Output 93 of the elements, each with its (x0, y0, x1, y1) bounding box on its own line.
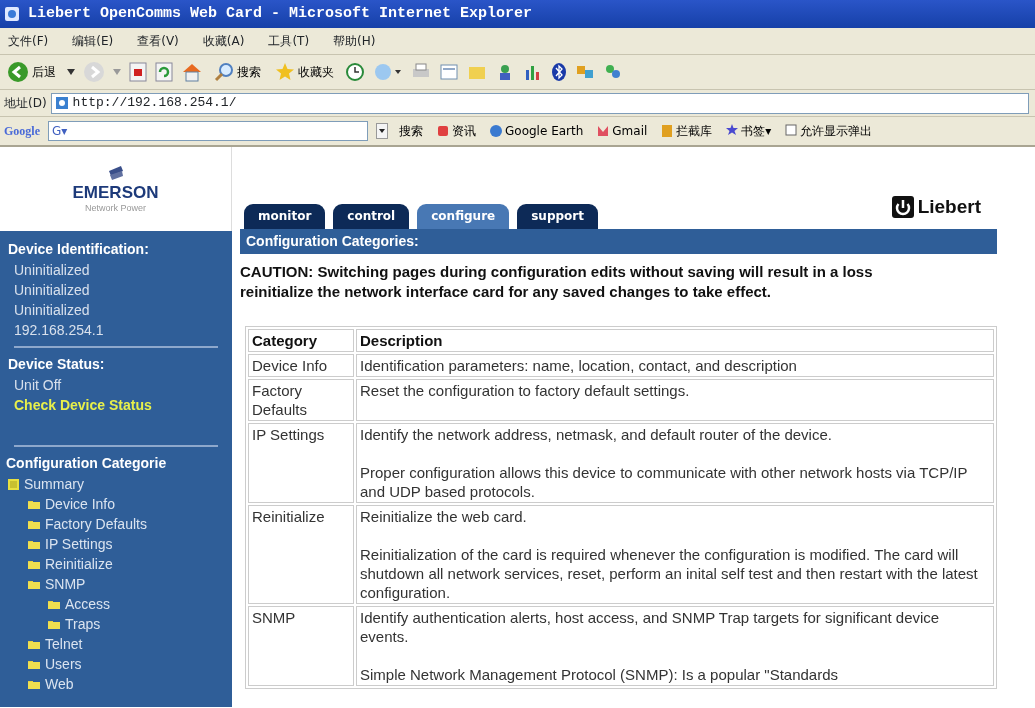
folder-icon (28, 659, 40, 669)
menu-item[interactable]: 查看(V) (137, 32, 179, 50)
tree-item[interactable]: Traps (8, 614, 101, 634)
table-cell: Device Info (248, 354, 354, 377)
home-icon[interactable] (181, 62, 203, 82)
toolbar-link[interactable]: Gmail (594, 121, 651, 141)
folder-icon (48, 619, 60, 629)
folder-icon (28, 539, 40, 549)
tree-item[interactable]: SNMP (8, 574, 86, 594)
nav-tab[interactable]: monitor (244, 204, 326, 229)
table-cell: Reinitialize (248, 505, 354, 604)
tree-item[interactable]: Summary (8, 474, 84, 494)
liebert-logo-text: Liebert (917, 194, 981, 219)
toolbar-link[interactable]: 拦截库 (658, 121, 716, 141)
tree-item[interactable]: Web (8, 674, 74, 694)
toolbar-link[interactable]: 资讯 (434, 121, 479, 141)
summary-icon (8, 478, 19, 490)
description-text: Reinitialize the web card. (360, 507, 528, 526)
table-cell: IP Settings (248, 423, 354, 503)
dropdown-arrow-icon[interactable] (67, 69, 75, 75)
tree-item[interactable]: Telnet (8, 634, 83, 654)
sidebar-heading: Device Status: (8, 355, 106, 374)
nav-tab[interactable]: configure (417, 204, 510, 229)
popup-icon (785, 123, 798, 139)
description-text: Identification parameters: name, location, contact, and description (360, 356, 798, 375)
device-info-text: Uninitialized (13, 281, 91, 300)
device-info-text: 192.168.254.1 (13, 321, 105, 340)
search-button[interactable]: 搜索 (211, 61, 264, 83)
description-text: Reinitialization of the card is required whenever the configuration is modified. The card will shutdown all network services, reset, perform an inital self test and then restart with the latest configuration. (360, 545, 979, 602)
tree-item[interactable]: Reinitialize (8, 554, 113, 574)
search-icon (214, 62, 234, 82)
tree-item[interactable]: Access (8, 594, 111, 614)
caution-text: CAUTION: Switching pages during configuration edits without saving will result in a loss (240, 262, 874, 282)
square-icon (437, 123, 449, 139)
history-icon[interactable] (345, 62, 365, 82)
stop-icon[interactable] (129, 62, 147, 82)
device-info-text: Uninitialized (13, 261, 91, 280)
search-field[interactable]: G▾ (48, 121, 368, 141)
browser-icon (4, 6, 20, 22)
tree-item[interactable]: Users (8, 654, 82, 674)
table-cell: SNMP (248, 606, 354, 686)
tile-icon (661, 123, 674, 139)
nav-tab[interactable]: control (333, 204, 410, 229)
address-field[interactable]: http://192.168.254.1/ (50, 92, 1029, 114)
folder-icon (28, 679, 40, 689)
window-title: Liebert OpenComms Web Card - Microsoft Internet Explorer (28, 3, 533, 24)
folder-icon (48, 599, 60, 609)
star-icon (275, 62, 295, 82)
folder-icon (28, 559, 40, 569)
page-icon[interactable] (439, 62, 459, 82)
menu-item[interactable]: 工具(T) (268, 32, 310, 50)
address-label: 地址(D) (4, 95, 47, 112)
refresh-icon[interactable] (155, 62, 173, 82)
brand-tagline: Network Power (85, 201, 146, 215)
bluetooth-icon[interactable] (551, 62, 567, 82)
description-text: Simple Network Management Protocol (SNMP): Is a popular "Standards (360, 665, 840, 684)
folder-icon (28, 499, 40, 509)
caution-text: reinitialize the network interface card for any saved changes to take effect. (240, 282, 772, 302)
back-button[interactable]: 后退 (4, 60, 59, 84)
column-header: Category (248, 329, 354, 352)
section-header: Configuration Categories: (240, 229, 997, 254)
sidebar-heading: Configuration Categorie (6, 454, 168, 473)
toolbar-link[interactable]: 书签▾ (723, 121, 775, 141)
toolbar-link[interactable]: 搜索 (396, 121, 426, 141)
tree-item[interactable]: Factory Defaults (8, 514, 147, 534)
globe-icon (490, 123, 502, 139)
description-text: Proper configuration allows this device to communicate with other network hosts via TCP/IP and UDP based protocols. (360, 463, 969, 501)
sidebar-heading: Device Identification: (8, 240, 150, 259)
tree-item[interactable]: IP Settings (8, 534, 113, 554)
description-text: Identify the network address, netmask, and default router of the device. (360, 425, 833, 444)
tree-item[interactable]: Device Info (8, 494, 116, 514)
toolbar-link[interactable]: Google Earth (487, 121, 587, 141)
brand-name: EMERSON (72, 182, 159, 202)
device-info-text: Uninitialized (13, 301, 91, 320)
page-icon (54, 96, 69, 110)
column-header: Description (356, 329, 994, 352)
menu-item[interactable]: 文件(F) (8, 32, 49, 50)
folder-icon (28, 519, 40, 529)
favorites-button[interactable]: 收藏夹 (272, 61, 337, 83)
status-alert-text: Check Device Status (13, 396, 153, 415)
description-text: Reset the configuration to factory default settings. (360, 381, 691, 400)
power-logo-icon (891, 195, 914, 218)
description-text: Identify authentication alerts, host access, and SNMP Trap targets for significant device events. (360, 608, 941, 646)
status-text: Unit Off (13, 376, 63, 395)
table-cell: Factory Defaults (248, 379, 354, 421)
menu-item[interactable]: 帮助(H) (333, 32, 376, 50)
google-logo: Google (4, 123, 40, 140)
toolbar-link[interactable]: 允许显示弹出 (782, 121, 876, 141)
nav-tab[interactable]: support (517, 204, 598, 229)
menu-item[interactable]: 收藏(A) (202, 32, 245, 50)
folder-icon (28, 579, 40, 589)
folder-icon (28, 639, 40, 649)
menu-item[interactable]: 编辑(E) (72, 32, 114, 50)
